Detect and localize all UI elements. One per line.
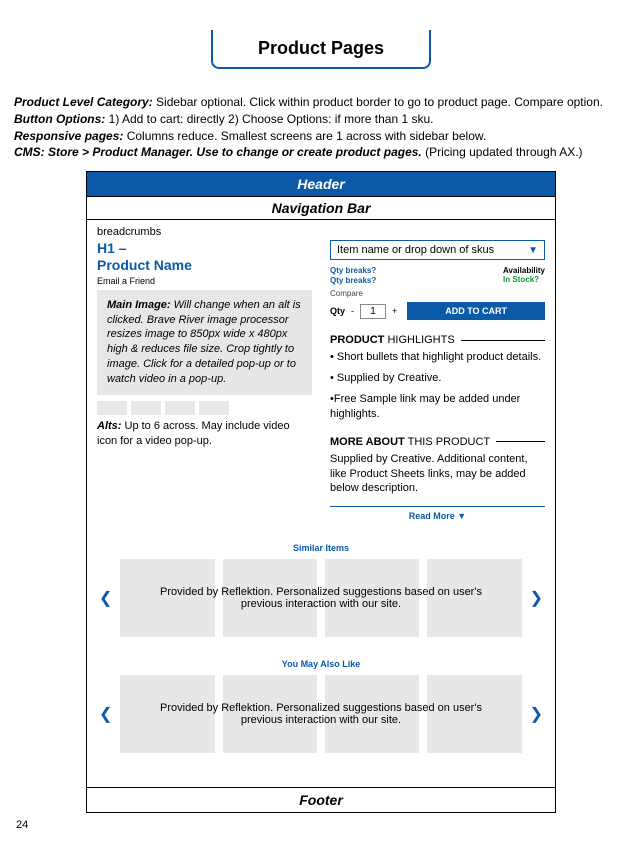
main-image-text: Will change when an alt is clicked. Brav…	[107, 299, 301, 385]
mock-header: Header	[87, 172, 555, 196]
compare-link[interactable]: Compare	[330, 289, 545, 298]
carousel-tile[interactable]	[120, 675, 214, 753]
divider	[330, 506, 545, 507]
highlights-bullets: • Short bullets that highlight product d…	[330, 350, 545, 421]
highlights-heading: PRODUCT HIGHLIGHTS	[330, 334, 545, 346]
carousel-tile[interactable]	[427, 675, 521, 753]
intro-btn-text: 1) Add to cart: directly 2) Choose Optio…	[105, 112, 433, 126]
qty-breaks[interactable]: Qty breaks? Qty breaks?	[330, 266, 503, 285]
qty-breaks-1: Qty breaks?	[330, 266, 376, 275]
qty-plus-button[interactable]: +	[392, 306, 397, 316]
main-image-placeholder[interactable]: Main Image: Will change when an alt is c…	[97, 290, 312, 395]
intro-cms-label: CMS: Store > Product Manager. Use to cha…	[14, 145, 422, 159]
carousel-prev-icon[interactable]: ❮	[97, 588, 114, 608]
carousel-next-icon[interactable]: ❯	[528, 704, 545, 724]
highlights-bold: PRODUCT	[330, 334, 384, 346]
alt-thumb[interactable]	[199, 401, 229, 415]
similar-items-carousel: ❮ Provided by Reflektion. Personalized s…	[97, 559, 545, 637]
qty-breaks-2: Qty breaks?	[330, 276, 376, 285]
more-about-text: Supplied by Creative. Additional content…	[330, 452, 545, 497]
alt-thumb[interactable]	[165, 401, 195, 415]
mock-nav: Navigation Bar	[87, 196, 555, 220]
h1-line2: Product Name	[97, 257, 192, 273]
intro-cms-text: (Pricing updated through AX.)	[422, 145, 583, 159]
product-h1: H1 – Product Name	[97, 240, 312, 274]
page-number: 24	[10, 819, 632, 831]
alts-text: Up to 6 across. May include video icon f…	[97, 420, 290, 447]
divider	[461, 340, 545, 341]
intro-cat-label: Product Level Category:	[14, 95, 153, 109]
carousel-tile[interactable]	[223, 675, 317, 753]
intro-resp-label: Responsive pages:	[14, 129, 123, 143]
sku-dropdown[interactable]: Item name or drop down of skus ▼	[330, 240, 545, 260]
h1-line1: H1 –	[97, 240, 127, 256]
availability-label: Availability	[503, 266, 545, 275]
intro-resp-text: Columns reduce. Smallest screens are 1 a…	[123, 129, 486, 143]
intro-btn-label: Button Options:	[14, 112, 105, 126]
qty-label: Qty	[330, 306, 345, 316]
highlights-bullet: • Supplied by Creative.	[330, 371, 545, 386]
highlights-bullet: • Short bullets that highlight product d…	[330, 350, 545, 365]
carousel-tile[interactable]	[325, 559, 419, 637]
quantity-stepper: Qty - 1 +	[330, 304, 397, 319]
intro-cat-text: Sidebar optional. Click within product b…	[153, 95, 603, 109]
carousel-tile[interactable]	[427, 559, 521, 637]
alt-thumbnails	[97, 401, 312, 415]
highlights-bullet: •Free Sample link may be added under hig…	[330, 392, 545, 422]
alt-thumb[interactable]	[97, 401, 127, 415]
carousel-tile[interactable]	[325, 675, 419, 753]
similar-items-title: Similar Items	[97, 543, 545, 553]
chevron-down-icon: ▼	[528, 245, 538, 256]
email-friend-link[interactable]: Email a Friend	[97, 276, 312, 286]
mock-footer: Footer	[87, 787, 555, 812]
carousel-tile[interactable]	[120, 559, 214, 637]
qty-minus-button[interactable]: -	[351, 306, 354, 316]
intro-block: Product Level Category: Sidebar optional…	[10, 94, 632, 161]
carousel-prev-icon[interactable]: ❮	[97, 704, 114, 724]
alts-note: Alts: Up to 6 across. May include video …	[97, 419, 312, 449]
more-rest: THIS PRODUCT	[405, 436, 490, 448]
instock-status: In Stock?	[503, 275, 539, 284]
more-bold: MORE ABOUT	[330, 436, 405, 448]
page-title-tab: Product Pages	[211, 30, 431, 69]
add-to-cart-button[interactable]: ADD TO CART	[407, 302, 545, 320]
carousel-next-icon[interactable]: ❯	[528, 588, 545, 608]
breadcrumb[interactable]: breadcrumbs	[97, 226, 545, 238]
availability: Availability In Stock?	[503, 266, 545, 285]
highlights-rest: HIGHLIGHTS	[384, 334, 454, 346]
carousel-tile[interactable]	[223, 559, 317, 637]
wireframe-mock: Header Navigation Bar breadcrumbs H1 – P…	[86, 171, 556, 813]
main-image-label: Main Image:	[107, 299, 171, 311]
more-about-heading: MORE ABOUT THIS PRODUCT	[330, 436, 545, 448]
you-may-also-like-carousel: ❮ Provided by Reflektion. Personalized s…	[97, 675, 545, 753]
sku-dropdown-label: Item name or drop down of skus	[337, 244, 494, 256]
alts-label: Alts:	[97, 420, 121, 432]
alt-thumb[interactable]	[131, 401, 161, 415]
qty-input[interactable]: 1	[360, 304, 386, 319]
you-may-also-like-title: You May Also Like	[97, 659, 545, 669]
divider	[496, 441, 545, 442]
read-more-link[interactable]: Read More ▼	[330, 511, 545, 521]
